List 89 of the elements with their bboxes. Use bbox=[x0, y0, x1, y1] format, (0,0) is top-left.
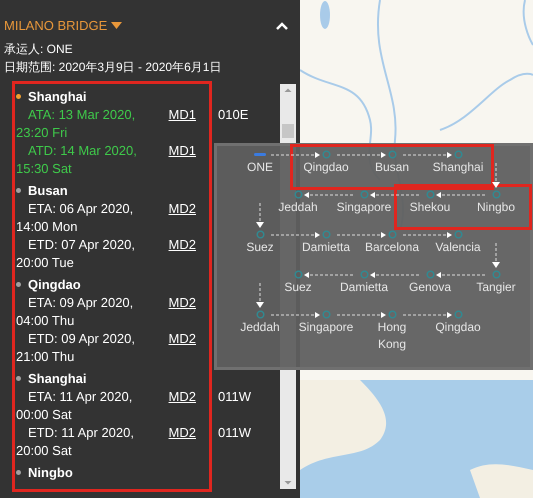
voyage-code: 010E bbox=[218, 106, 250, 124]
port-node-icon bbox=[454, 230, 462, 239]
port-label: Shanghai bbox=[432, 159, 484, 176]
vessel-name[interactable]: MILANO BRIDGE bbox=[4, 16, 108, 36]
port-node-icon bbox=[322, 230, 330, 239]
manifest-link[interactable]: MD1 bbox=[168, 142, 196, 160]
port-label: Damietta bbox=[302, 239, 350, 256]
port-label: Ningbo bbox=[476, 199, 516, 216]
port-node-icon bbox=[454, 150, 462, 159]
port-label: Jeddah bbox=[278, 199, 318, 216]
port-node-icon bbox=[426, 190, 434, 199]
port-node-icon bbox=[426, 270, 434, 279]
voyage-code: 011W bbox=[218, 388, 252, 406]
port-node-icon bbox=[388, 150, 396, 159]
port-label: Suez bbox=[284, 279, 312, 296]
connector-arrow bbox=[492, 243, 500, 268]
connector-arrow bbox=[492, 163, 500, 188]
connector-arrow bbox=[403, 232, 452, 238]
connector-arrow bbox=[271, 152, 320, 158]
event-time: ATA: 13 Mar 2020, 23:20 Fri bbox=[16, 106, 136, 140]
port-label: Jeddah bbox=[240, 319, 280, 336]
event-time: ETD: 09 Apr 2020, 21:00 Thu bbox=[16, 330, 135, 364]
manifest-link[interactable]: MD2 bbox=[168, 236, 196, 254]
port-node-icon bbox=[388, 230, 396, 239]
event-time: ETD: 11 Apr 2020, 20:00 Sat bbox=[16, 424, 134, 458]
connector-arrow bbox=[304, 272, 353, 278]
port-node-icon bbox=[360, 190, 368, 199]
manifest-link[interactable]: MD2 bbox=[168, 330, 196, 348]
port-label: Singapore bbox=[336, 199, 392, 216]
connector-arrow bbox=[271, 232, 320, 238]
port-label: ONE bbox=[246, 159, 273, 176]
manifest-link[interactable]: MD2 bbox=[168, 388, 196, 406]
manifest-link[interactable]: MD2 bbox=[168, 200, 196, 218]
connector-arrow bbox=[337, 152, 386, 158]
connector-arrow bbox=[370, 192, 419, 198]
port-name: Qingdao bbox=[28, 276, 81, 294]
event-time: ETA: 11 Apr 2020, 00:00 Sat bbox=[16, 388, 132, 422]
manifest-link[interactable]: MD2 bbox=[168, 424, 196, 442]
manifest-link[interactable]: MD2 bbox=[168, 294, 196, 312]
port-node-icon bbox=[454, 310, 462, 319]
port-name: Ningbo bbox=[28, 464, 73, 482]
collapse-button[interactable] bbox=[276, 22, 288, 30]
port-node-icon bbox=[294, 190, 302, 199]
port-node-icon bbox=[388, 310, 396, 319]
connector-arrow bbox=[403, 152, 452, 158]
port-label: Busan bbox=[374, 159, 410, 176]
manifest-link[interactable]: MD1 bbox=[168, 106, 196, 124]
port-label: Shekou bbox=[410, 199, 450, 216]
event-time: ATD: 14 Mar 2020, 15:30 Sat bbox=[16, 142, 137, 176]
connector-arrow bbox=[304, 192, 353, 198]
connector-arrow bbox=[436, 192, 485, 198]
port-label: Valencia bbox=[435, 239, 481, 256]
port-node-icon bbox=[360, 270, 368, 279]
connector-arrow bbox=[370, 272, 419, 278]
port-label: Suez bbox=[246, 239, 274, 256]
connector-arrow bbox=[337, 312, 386, 318]
port-node-icon bbox=[256, 230, 264, 239]
marker-icon bbox=[253, 150, 267, 159]
port-label: Barcelona bbox=[364, 239, 420, 256]
connector-arrow bbox=[436, 272, 485, 278]
port-name: Shanghai bbox=[28, 370, 87, 388]
port-node-icon bbox=[256, 310, 264, 319]
connector-arrow bbox=[256, 203, 264, 228]
event-time: ETA: 09 Apr 2020, 04:00 Thu bbox=[16, 294, 134, 328]
caret-icon[interactable] bbox=[111, 22, 122, 30]
port-label: Genova bbox=[408, 279, 452, 296]
port-label: Damietta bbox=[340, 279, 388, 296]
scroll-thumb[interactable] bbox=[282, 124, 294, 138]
date-range-label: 日期范围: 2020年3月9日 - 2020年6月1日 bbox=[3, 58, 222, 76]
voyage-code: 011W bbox=[218, 424, 252, 442]
port-name: Shanghai bbox=[28, 88, 87, 106]
event-time: ETD: 07 Apr 2020, 20:00 Tue bbox=[16, 236, 135, 270]
port-label: Qingdao bbox=[303, 159, 349, 176]
connector-arrow bbox=[271, 312, 320, 318]
port-node-icon bbox=[322, 310, 330, 319]
carrier-label: 承运人: ONE bbox=[3, 40, 74, 58]
port-label: Singapore bbox=[298, 319, 354, 336]
connector-arrow bbox=[403, 312, 452, 318]
port-label: Qingdao bbox=[435, 319, 481, 336]
port-node-icon bbox=[492, 190, 500, 199]
connector-arrow bbox=[337, 232, 386, 238]
port-name: Busan bbox=[28, 182, 68, 200]
port-node-icon bbox=[294, 270, 302, 279]
port-node-icon bbox=[322, 150, 330, 159]
port-label: Tangier bbox=[476, 279, 516, 296]
port-label: Hong Kong bbox=[376, 319, 408, 353]
connector-arrow bbox=[256, 283, 264, 308]
event-time: ETA: 06 Apr 2020, 14:00 Mon bbox=[16, 200, 134, 234]
port-node-icon bbox=[492, 270, 500, 279]
